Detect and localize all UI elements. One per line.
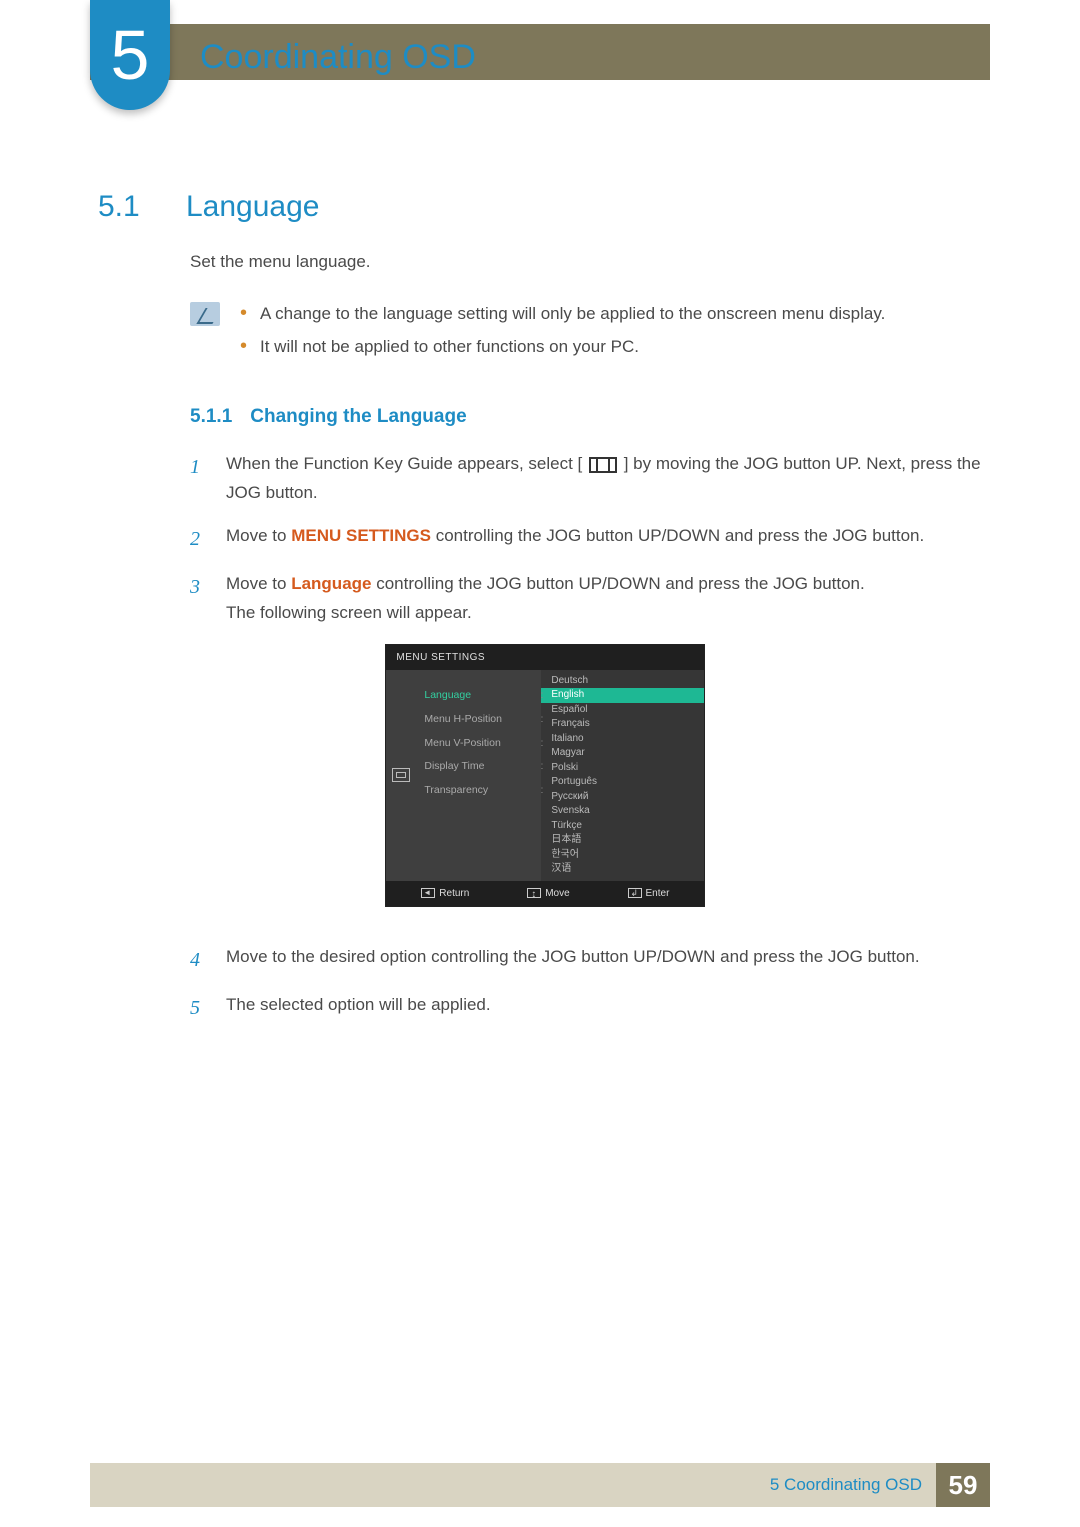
osd-footer-move: Move (527, 885, 569, 902)
step-text: Move to (226, 574, 291, 593)
osd-menu-item: Language: (424, 684, 535, 708)
osd-menu-item: Menu H-Position: (424, 708, 535, 732)
section-title: Language (186, 190, 319, 224)
step-3: 3 Move to Language controlling the JOG b… (190, 570, 982, 929)
osd-footer-label: Return (439, 885, 469, 902)
osd-footer-enter: Enter (628, 885, 670, 902)
osd-menu-item: Display Time: (424, 755, 535, 779)
osd-language-option: Português (541, 775, 704, 790)
osd-body: Language: Menu H-Position: Menu V-Positi… (386, 670, 704, 881)
return-icon (421, 888, 435, 898)
osd-menu-label: Language (424, 689, 471, 701)
osd-menu-label: Display Time (424, 760, 484, 772)
subsection-title: Changing the Language (250, 406, 466, 428)
osd-menu-label: Menu H-Position (424, 713, 502, 725)
highlight-language: Language (291, 574, 371, 593)
osd-footer-return: Return (421, 885, 469, 902)
enter-icon (628, 888, 642, 898)
chapter-badge: 5 (90, 0, 170, 110)
note-item: It will not be applied to other function… (240, 333, 885, 360)
osd-language-option: Русский (541, 790, 704, 805)
step-number: 5 (190, 991, 206, 1025)
osd-category-icon (392, 768, 412, 782)
move-icon (527, 888, 541, 898)
osd-menu-list: Language: Menu H-Position: Menu V-Positi… (424, 684, 535, 803)
page-content: 5.1 Language Set the menu language. A ch… (98, 190, 982, 1039)
step-body: Move to MENU SETTINGS controlling the JO… (226, 522, 924, 556)
osd-language-list: Deutsch English Español Français Italian… (541, 674, 704, 877)
steps-list: 1 When the Function Key Guide appears, s… (190, 450, 982, 1025)
step-text: The following screen will appear. (226, 603, 472, 622)
osd-language-option: 日本語 (541, 833, 704, 848)
page-footer: 5 Coordinating OSD 59 (90, 1463, 990, 1507)
osd-menu-item: Menu V-Position: (424, 732, 535, 756)
osd-language-option: 汉语 (541, 862, 704, 877)
section-number: 5.1 (98, 190, 158, 224)
osd-footer-label: Move (545, 885, 569, 902)
subsection-heading: 5.1.1 Changing the Language (190, 406, 982, 428)
osd-language-option: Español (541, 703, 704, 718)
step-1: 1 When the Function Key Guide appears, s… (190, 450, 982, 508)
step-4: 4 Move to the desired option controlling… (190, 943, 982, 977)
screen-icon (392, 768, 410, 782)
osd-language-option: Svenska (541, 804, 704, 819)
osd-language-option: Français (541, 717, 704, 732)
step-2: 2 Move to MENU SETTINGS controlling the … (190, 522, 982, 556)
step-text: Move to (226, 526, 291, 545)
osd-footer: Return Move Enter (386, 881, 704, 906)
osd-language-option-selected: English (541, 688, 704, 703)
osd-right-panel: Deutsch English Español Français Italian… (541, 670, 704, 881)
osd-language-option: Italiano (541, 732, 704, 747)
step-body: The selected option will be applied. (226, 991, 491, 1025)
chapter-title: Coordinating OSD (200, 38, 476, 77)
highlight-menu-settings: MENU SETTINGS (291, 526, 431, 545)
osd-menu-label: Transparency (424, 784, 488, 796)
osd-menu-item: Transparency: (424, 779, 535, 803)
menu-icon (589, 457, 617, 473)
note-list: A change to the language setting will on… (240, 300, 885, 366)
step-body: Move to the desired option controlling t… (226, 943, 920, 977)
osd-footer-label: Enter (646, 885, 670, 902)
chapter-number: 5 (111, 15, 150, 95)
step-text: controlling the JOG button UP/DOWN and p… (372, 574, 865, 593)
step-5: 5 The selected option will be applied. (190, 991, 982, 1025)
step-number: 3 (190, 570, 206, 929)
osd-language-option: 한국어 (541, 848, 704, 863)
osd-screenshot: MENU SETTINGS Language: Menu H-Position:… (385, 644, 705, 907)
step-body: When the Function Key Guide appears, sel… (226, 450, 982, 508)
note-block: A change to the language setting will on… (190, 300, 982, 366)
osd-header: MENU SETTINGS (386, 645, 704, 670)
step-number: 4 (190, 943, 206, 977)
osd-menu-label: Menu V-Position (424, 737, 500, 749)
osd-language-option: Türkçe (541, 819, 704, 834)
section-intro: Set the menu language. (190, 252, 982, 272)
step-body: Move to Language controlling the JOG but… (226, 570, 865, 929)
footer-page-number: 59 (936, 1463, 990, 1507)
osd-language-option: Deutsch (541, 674, 704, 689)
note-item: A change to the language setting will on… (240, 300, 885, 327)
osd-language-option: Magyar (541, 746, 704, 761)
step-number: 2 (190, 522, 206, 556)
footer-chapter-label: 5 Coordinating OSD (770, 1475, 922, 1495)
osd-left-panel: Language: Menu H-Position: Menu V-Positi… (386, 670, 541, 881)
step-text: controlling the JOG button UP/DOWN and p… (431, 526, 924, 545)
step-text: When the Function Key Guide appears, sel… (226, 454, 582, 473)
osd-language-option: Polski (541, 761, 704, 776)
section-heading: 5.1 Language (98, 190, 982, 224)
note-icon (190, 302, 220, 326)
subsection-number: 5.1.1 (190, 406, 232, 428)
step-number: 1 (190, 450, 206, 508)
